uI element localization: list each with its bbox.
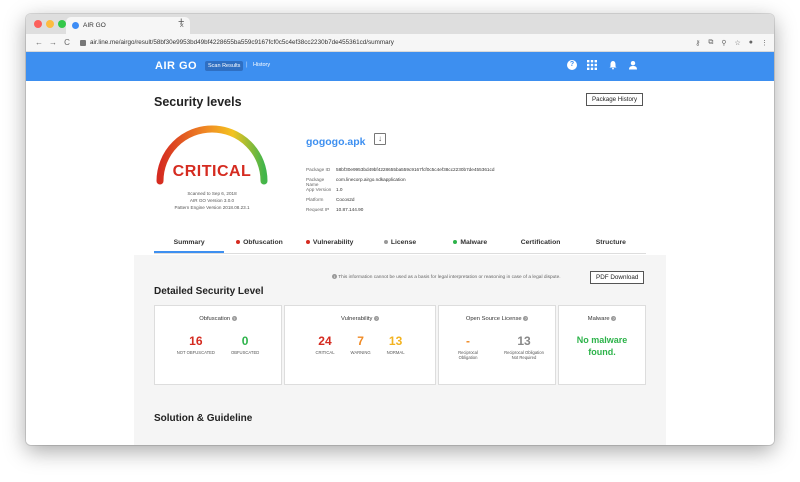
scan-info: Scanned to Sep 6, 2018 AIR GO Version 3.… — [154, 190, 270, 211]
help-icon[interactable]: ? — [374, 316, 379, 321]
address-toolbar: ← → C air.line.me/airgo/result/58bf30e99… — [26, 34, 774, 52]
new-tab-button[interactable]: + — [178, 16, 184, 28]
card-title: Obfuscation — [199, 316, 231, 323]
zoom-icon[interactable]: ⚲ — [721, 39, 726, 47]
file-name: gogogo.apk — [306, 136, 366, 148]
meta-row: Request IP 10.87.144.90 — [306, 207, 364, 212]
tab-structure[interactable]: Structure — [576, 234, 646, 253]
result-tabs: Summary Obfuscation Vulnerability Licens… — [154, 234, 646, 254]
tab-license[interactable]: License — [365, 234, 435, 253]
info-icon: i — [332, 274, 337, 279]
metric: 7 WARNING — [350, 334, 371, 356]
metric: 16 NOT OBFUSCATED — [176, 334, 215, 356]
pattern-version: Pattern Engine Version 2018.08.23.1 — [174, 205, 250, 210]
help-icon[interactable]: ? — [231, 316, 237, 321]
reload-icon[interactable]: C — [60, 38, 74, 47]
browser-tab[interactable]: AIR GO × — [66, 17, 190, 34]
bookmark-star-icon[interactable]: ☆ — [734, 39, 740, 47]
metric: - Reciprocal Obligation — [458, 334, 478, 361]
app-logo[interactable]: AIR GO — [155, 60, 197, 72]
apps-grid-icon[interactable] — [587, 60, 597, 72]
close-window-button[interactable] — [34, 20, 42, 28]
section-title-solution: Solution & Guideline — [154, 413, 253, 424]
tab-obfuscation[interactable]: Obfuscation — [224, 234, 294, 253]
metric: 13 Reciprocal Obligation Not Required — [504, 334, 544, 361]
status-dot-icon — [305, 240, 310, 245]
tab-title: AIR GO — [83, 22, 106, 29]
main-content: Security levels Package History CRITICAL… — [26, 81, 774, 445]
card-title: Open Source License — [465, 316, 522, 323]
nav-separator: | — [246, 62, 248, 68]
tab-malware[interactable]: Malware — [435, 234, 505, 253]
user-icon[interactable] — [628, 60, 638, 72]
package-meta: Package ID 58bf30e9953bd49bf4228655ba559c… — [306, 167, 494, 217]
url-text: air.line.me/airgo/result/58bf30e9953bd49… — [90, 39, 394, 46]
menu-kebab-icon[interactable]: ⋮ — [761, 39, 768, 47]
download-icon[interactable]: ↓ — [374, 133, 386, 145]
key-icon[interactable]: ⚷ — [695, 39, 700, 47]
back-icon[interactable]: ← — [32, 38, 46, 47]
airgo-version: AIR GO Version 3.0.0 — [189, 198, 235, 203]
browser-window: AIR GO × + ← → C air.line.me/airgo/resul… — [26, 14, 774, 445]
app-header: AIR GO Scan Results | History ? — [26, 52, 774, 81]
meta-row: App Version 1.0 — [306, 187, 343, 192]
card-title: Malware — [587, 316, 610, 323]
favicon-icon — [72, 22, 79, 29]
toolbar-icons: ⚷ ⧉ ⚲ ☆ ● ⋮ — [695, 39, 768, 47]
tab-summary[interactable]: Summary — [154, 234, 225, 253]
tab-vulnerability[interactable]: Vulnerability — [295, 234, 365, 253]
meta-row: Platform Cocos2d — [306, 197, 355, 202]
metric: 13 NORMAL — [386, 334, 405, 356]
forward-icon[interactable]: → — [46, 38, 60, 47]
card-license[interactable]: Open Source License ? - Reciprocal Obliga… — [438, 305, 556, 385]
help-icon[interactable]: ? — [567, 60, 577, 70]
nav-history[interactable]: History — [253, 62, 270, 68]
tab-certification[interactable]: Certification — [505, 234, 575, 253]
package-history-button[interactable]: Package History — [586, 93, 644, 106]
url-bar[interactable]: air.line.me/airgo/result/58bf30e9953bd49… — [80, 36, 689, 49]
profile-icon[interactable]: ● — [749, 39, 753, 47]
malware-status: No malware found. — [576, 335, 628, 358]
meta-row: Package ID 58bf30e9953bd49bf4228655ba559c… — [306, 167, 495, 172]
card-title: Vulnerability — [341, 316, 373, 323]
card-vulnerability[interactable]: Vulnerability ? 24 CRITICAL 7 WARNING 13 NO… — [284, 305, 436, 385]
security-level-label: CRITICAL — [172, 163, 252, 180]
card-obfuscation[interactable]: Obfuscation ? 16 NOT OBFUSCATED 0 OBFUSCAT… — [154, 305, 282, 385]
meta-row: Package Name com.linecorp.airgo.ndkapplic… — [306, 177, 406, 187]
metric: 0 OBFUSCATED — [230, 334, 260, 356]
section-title-detailed: Detailed Security Level — [154, 286, 264, 297]
status-dot-icon — [453, 240, 458, 245]
help-icon[interactable]: ? — [611, 316, 617, 321]
status-dot-icon — [236, 240, 241, 245]
tab-strip: AIR GO × + — [26, 14, 774, 34]
minimize-window-button[interactable] — [46, 20, 54, 28]
disclaimer-text: i This information cannot be used as a b… — [332, 274, 561, 280]
nav-scan-results[interactable]: Scan Results — [205, 61, 244, 71]
translate-icon[interactable]: ⧉ — [708, 39, 713, 47]
metric: 24 CRITICAL — [315, 334, 335, 356]
scan-date: Scanned to Sep 6, 2018 — [187, 191, 237, 196]
page-title: Security levels — [154, 95, 242, 109]
card-malware[interactable]: Malware ? No malware found. — [558, 305, 646, 385]
status-dot-icon — [383, 240, 388, 245]
help-icon[interactable]: ? — [523, 316, 529, 321]
lock-icon — [80, 39, 86, 46]
pdf-download-button[interactable]: PDF Download — [590, 271, 645, 284]
maximize-window-button[interactable] — [58, 20, 66, 28]
bell-icon[interactable] — [608, 60, 618, 72]
